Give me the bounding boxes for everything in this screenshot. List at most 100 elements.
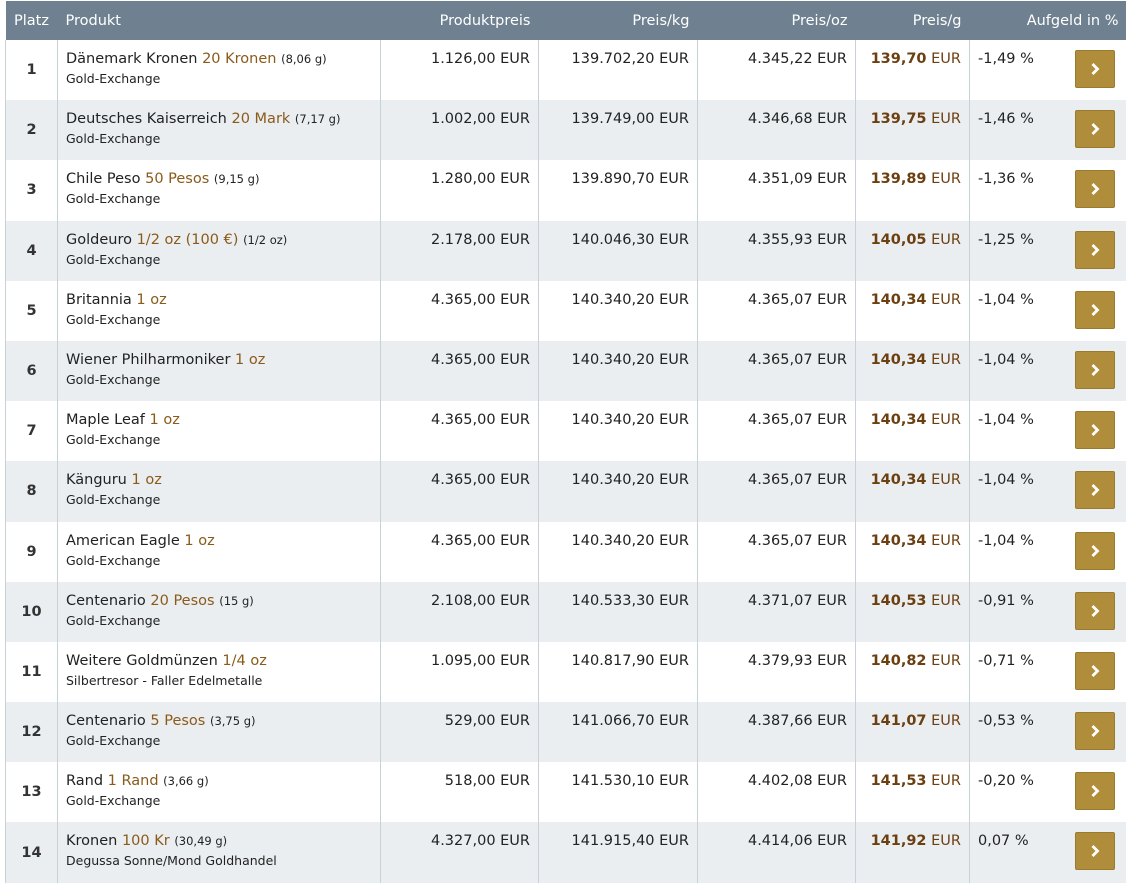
currency: EUR (931, 472, 961, 488)
table-row: 8 Känguru 1 oz Gold-Exchange 4.365,00 EU… (6, 461, 1126, 521)
product-name[interactable]: Wiener Philharmoniker (66, 352, 230, 368)
price-per-oz: 4.345,22 EUR (698, 40, 856, 100)
product-name[interactable]: American Eagle (66, 533, 180, 549)
price-per-kg: 140.046,30 EUR (539, 221, 698, 281)
chevron-right-icon (1088, 423, 1102, 437)
dealer-name[interactable]: Gold-Exchange (66, 71, 372, 86)
price-per-g: 140,05 EUR (856, 221, 970, 281)
product-price: 529,00 EUR (381, 702, 539, 762)
header-aufgeld[interactable]: Aufgeld in % (970, 1, 1126, 40)
details-button[interactable] (1075, 532, 1115, 570)
product-name[interactable]: Weitere Goldmünzen (66, 653, 218, 669)
details-button[interactable] (1075, 832, 1115, 870)
product-name[interactable]: Centenario (66, 713, 146, 729)
product-name[interactable]: Goldeuro (66, 232, 132, 248)
aufgeld-cell: -1,04 % (970, 461, 1126, 521)
dealer-name[interactable]: Gold-Exchange (66, 793, 372, 808)
rank: 3 (6, 160, 58, 220)
price-per-g: 139,70 EUR (856, 40, 970, 100)
price-per-oz: 4.365,07 EUR (698, 401, 856, 461)
price-per-kg: 140.340,20 EUR (539, 341, 698, 401)
currency: EUR (931, 111, 961, 127)
product-name[interactable]: Maple Leaf (66, 412, 145, 428)
dealer-name[interactable]: Gold-Exchange (66, 432, 372, 447)
aufgeld-cell: -1,36 % (970, 160, 1126, 220)
product-price: 1.126,00 EUR (381, 40, 539, 100)
product-cell: Britannia 1 oz Gold-Exchange (58, 281, 381, 341)
details-button[interactable] (1075, 170, 1115, 208)
product-name[interactable]: Centenario (66, 593, 146, 609)
details-button[interactable] (1075, 50, 1115, 88)
table-row: 10 Centenario 20 Pesos (15 g) Gold-Excha… (6, 582, 1126, 642)
product-unit: 20 Mark (231, 111, 290, 127)
details-button[interactable] (1075, 652, 1115, 690)
price-per-g: 140,34 EUR (856, 281, 970, 341)
product-unit: 1 Rand (108, 773, 159, 789)
dealer-name[interactable]: Gold-Exchange (66, 312, 372, 327)
header-produkt[interactable]: Produkt (58, 1, 381, 40)
price-per-kg: 139.890,70 EUR (539, 160, 698, 220)
table-row: 9 American Eagle 1 oz Gold-Exchange 4.36… (6, 522, 1126, 582)
product-name[interactable]: Känguru (66, 472, 127, 488)
price-per-g-value: 141,07 (871, 713, 927, 729)
dealer-name[interactable]: Gold-Exchange (66, 372, 372, 387)
dealer-name[interactable]: Gold-Exchange (66, 553, 372, 568)
product-cell: Wiener Philharmoniker 1 oz Gold-Exchange (58, 341, 381, 401)
product-name[interactable]: Dänemark Kronen (66, 51, 197, 67)
dealer-name[interactable]: Gold-Exchange (66, 613, 372, 628)
header-produktpreis[interactable]: Produktpreis (381, 1, 539, 40)
dealer-name[interactable]: Gold-Exchange (66, 252, 372, 267)
price-per-g-value: 140,05 (871, 232, 927, 248)
aufgeld-value: -1,46 % (978, 111, 1034, 127)
aufgeld-cell: -1,04 % (970, 522, 1126, 582)
table-row: 5 Britannia 1 oz Gold-Exchange 4.365,00 … (6, 281, 1126, 341)
aufgeld-value: -0,71 % (978, 653, 1034, 669)
product-cell: Rand 1 Rand (3,66 g) Gold-Exchange (58, 762, 381, 822)
dealer-name[interactable]: Gold-Exchange (66, 492, 372, 507)
details-button[interactable] (1075, 110, 1115, 148)
details-button[interactable] (1075, 411, 1115, 449)
product-price: 4.365,00 EUR (381, 522, 539, 582)
price-per-oz: 4.351,09 EUR (698, 160, 856, 220)
product-name[interactable]: Deutsches Kaiserreich (66, 111, 227, 127)
details-button[interactable] (1075, 231, 1115, 269)
price-per-kg: 141.915,40 EUR (539, 822, 698, 882)
header-preis-oz[interactable]: Preis/oz (698, 1, 856, 40)
aufgeld-cell: -0,20 % (970, 762, 1126, 822)
rank: 7 (6, 401, 58, 461)
header-platz[interactable]: Platz (6, 1, 58, 40)
currency: EUR (931, 412, 961, 428)
price-per-g-value: 140,34 (871, 292, 927, 308)
dealer-name[interactable]: Gold-Exchange (66, 131, 372, 146)
aufgeld-value: -0,91 % (978, 593, 1034, 609)
details-button[interactable] (1075, 592, 1115, 630)
product-name[interactable]: Britannia (66, 292, 132, 308)
price-per-g: 141,07 EUR (856, 702, 970, 762)
dealer-name[interactable]: Silbertresor - Faller Edelmetalle (66, 673, 372, 688)
header-preis-g[interactable]: Preis/g (856, 1, 970, 40)
details-button[interactable] (1075, 772, 1115, 810)
table-row: 1 Dänemark Kronen 20 Kronen (8,06 g) Gol… (6, 40, 1126, 100)
product-name[interactable]: Chile Peso (66, 171, 140, 187)
dealer-name[interactable]: Gold-Exchange (66, 733, 372, 748)
product-weight: (15 g) (219, 594, 254, 608)
header-preis-kg[interactable]: Preis/kg (539, 1, 698, 40)
product-name[interactable]: Rand (66, 773, 103, 789)
dealer-name[interactable]: Degussa Sonne/Mond Goldhandel (66, 853, 372, 868)
product-unit: 20 Pesos (150, 593, 214, 609)
aufgeld-value: -1,25 % (978, 232, 1034, 248)
product-name[interactable]: Kronen (66, 833, 117, 849)
dealer-name[interactable]: Gold-Exchange (66, 191, 372, 206)
aufgeld-cell: -0,53 % (970, 702, 1126, 762)
product-unit: 50 Pesos (145, 171, 209, 187)
details-button[interactable] (1075, 471, 1115, 509)
price-per-g: 141,53 EUR (856, 762, 970, 822)
details-button[interactable] (1075, 291, 1115, 329)
aufgeld-value: -1,04 % (978, 472, 1034, 488)
price-per-oz: 4.365,07 EUR (698, 522, 856, 582)
details-button[interactable] (1075, 351, 1115, 389)
details-button[interactable] (1075, 712, 1115, 750)
price-per-g: 140,82 EUR (856, 642, 970, 702)
price-per-g-value: 140,82 (871, 653, 927, 669)
table-row: 2 Deutsches Kaiserreich 20 Mark (7,17 g)… (6, 100, 1126, 160)
